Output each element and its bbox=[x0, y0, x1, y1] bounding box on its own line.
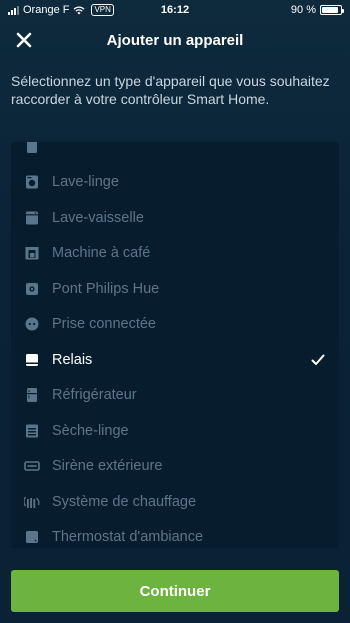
battery-level bbox=[322, 7, 339, 13]
device-item-label: Pont Philips Hue bbox=[52, 280, 160, 297]
battery-percent: 90 % bbox=[290, 4, 316, 16]
coffee-machine-icon bbox=[24, 245, 40, 261]
fridge-icon bbox=[24, 387, 40, 403]
dryer-icon bbox=[24, 423, 40, 439]
battery-icon bbox=[320, 5, 344, 15]
device-item-label: Machine à café bbox=[52, 245, 151, 262]
partial-item-icon bbox=[24, 142, 40, 155]
device-item-label: Réfrigérateur bbox=[52, 387, 137, 404]
page-title: Ajouter un appareil bbox=[106, 32, 244, 49]
device-item-label: Sirène extérieure bbox=[52, 458, 163, 475]
device-item[interactable]: Sirène extérieure bbox=[11, 449, 339, 485]
washing-machine-icon bbox=[24, 174, 40, 190]
device-item-label: Système de chauffage bbox=[52, 493, 197, 510]
status-bar: Orange F VPN 16:12 90 % bbox=[0, 0, 350, 22]
smart-plug-icon bbox=[24, 316, 40, 332]
thermostat-icon bbox=[24, 529, 40, 545]
device-item-label: Sèche-linge bbox=[52, 422, 129, 439]
relay-icon bbox=[24, 352, 40, 368]
device-item-label: Relais bbox=[52, 351, 93, 368]
device-item[interactable]: Réfrigérateur bbox=[11, 378, 339, 414]
device-item-label: Prise connectée bbox=[52, 316, 156, 333]
device-item[interactable]: Relais bbox=[11, 342, 339, 378]
device-item[interactable]: Sèche-linge bbox=[11, 413, 339, 449]
device-item[interactable]: Thermostat d'ambiance bbox=[11, 520, 339, 549]
device-type-list[interactable]: Lave-linge Lave-vaisselle Machine à café Po… bbox=[11, 142, 339, 548]
dishwasher-icon bbox=[24, 210, 40, 226]
device-item[interactable]: Lave-vaisselle bbox=[11, 200, 339, 236]
device-item[interactable]: Pont Philips Hue bbox=[11, 271, 339, 307]
device-item-label: Thermostat d'ambiance bbox=[52, 529, 204, 546]
heating-icon bbox=[24, 494, 40, 510]
device-item-label: Lave-vaisselle bbox=[52, 209, 144, 226]
device-item[interactable]: Prise connectée bbox=[11, 307, 339, 343]
header: Ajouter un appareil bbox=[0, 22, 350, 60]
device-item[interactable]: Machine à café bbox=[11, 236, 339, 272]
hue-bridge-icon bbox=[24, 281, 40, 297]
siren-icon bbox=[24, 458, 40, 474]
device-item[interactable] bbox=[11, 142, 339, 165]
device-item[interactable]: Lave-linge bbox=[11, 165, 339, 201]
device-item[interactable]: Système de chauffage bbox=[11, 484, 339, 520]
device-item-label: Lave-linge bbox=[52, 174, 119, 191]
device-list-items: Lave-linge Lave-vaisselle Machine à café Po… bbox=[11, 142, 339, 548]
intro-text: Sélectionnez un type d'appareil que vous… bbox=[11, 73, 330, 107]
checkmark-icon bbox=[311, 353, 325, 371]
continue-button[interactable]: Continuer bbox=[11, 570, 339, 612]
status-right: 90 % bbox=[290, 4, 344, 16]
